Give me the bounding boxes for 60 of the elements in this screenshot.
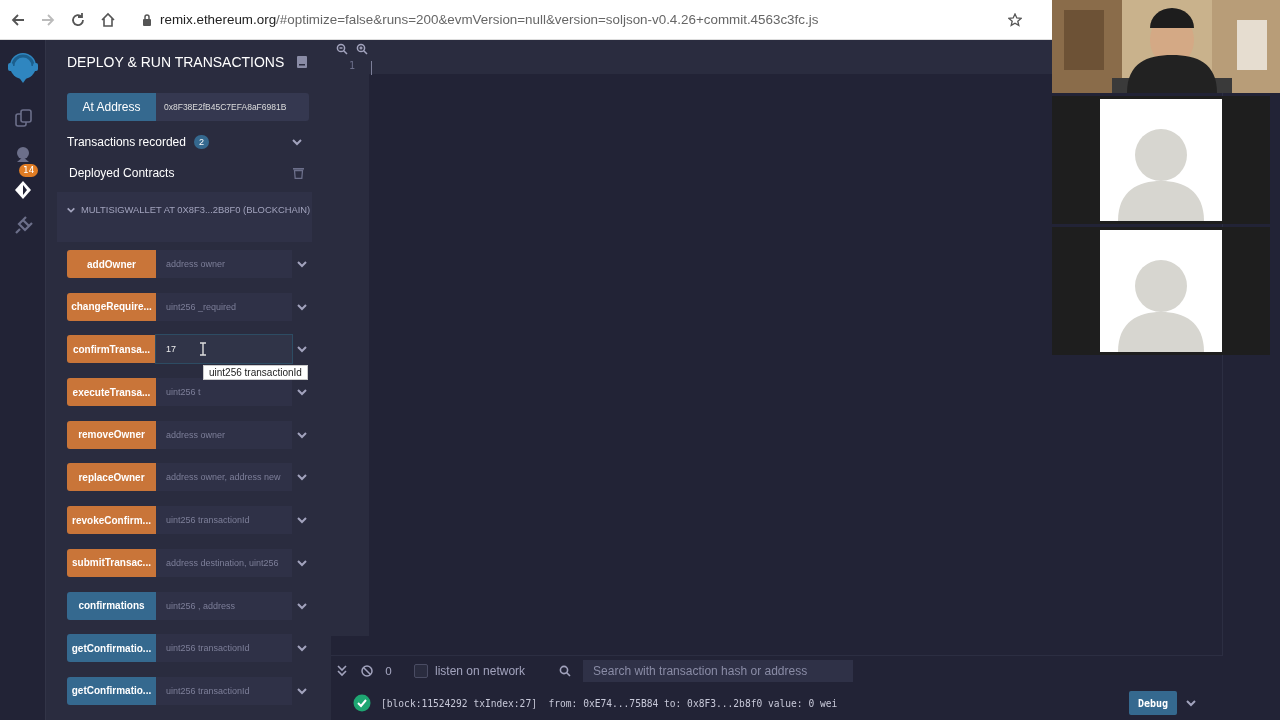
panel-title: DEPLOY & RUN TRANSACTIONS: [67, 54, 285, 70]
chevron-icon[interactable]: [1185, 697, 1197, 709]
avatar-icon: [1100, 230, 1222, 352]
argument-field[interactable]: uint256 transactionId: [156, 634, 292, 663]
pending-count: 0: [385, 664, 392, 678]
trash-icon[interactable]: [293, 167, 304, 179]
argument-field[interactable]: uint256 transactionId: [156, 676, 292, 705]
clear-icon[interactable]: [361, 665, 373, 677]
debug-button[interactable]: Debug: [1129, 691, 1177, 715]
log-text: [block:11524292 txIndex:27] from: 0xE74...75B84 to: 0x8F3...2b8f0 value: 0 wei: [381, 697, 838, 709]
line-number: 1: [348, 60, 355, 71]
checkbox[interactable]: [414, 664, 428, 678]
search-icon: [559, 665, 572, 677]
address-field[interactable]: 0x8F38E2fB45C7EFA8aF6981B: [156, 93, 309, 121]
count-badge: 14: [19, 164, 39, 177]
at-address-button[interactable]: At Address: [67, 93, 156, 121]
argument-field[interactable]: 17: [156, 335, 292, 364]
function-button[interactable]: revokeConfirm...: [67, 506, 156, 535]
checkbox-label: listen on network: [435, 664, 526, 678]
zoom-out-icon[interactable]: [336, 43, 348, 55]
avatar-icon: [1100, 99, 1222, 221]
function-button[interactable]: submitTransac...: [67, 548, 156, 577]
function-button[interactable]: replaceOwner: [67, 463, 156, 492]
argument-field[interactable]: uint256 , address: [156, 591, 292, 620]
argument-field[interactable]: uint256 transactionId: [156, 506, 292, 535]
function-button[interactable]: getConfirmatio...: [67, 634, 156, 663]
section-label: Transactions recorded: [67, 135, 186, 149]
count-badge: 2: [193, 135, 209, 149]
argument-field[interactable]: address owner: [156, 420, 292, 449]
contract-title: MULTISIGWALLET AT 0X8F3...2B8F0 (BLOCKCHAIN): [81, 204, 311, 215]
back-icon[interactable]: [10, 11, 26, 28]
function-button[interactable]: addOwner: [67, 250, 156, 278]
reload-icon[interactable]: [70, 11, 86, 28]
section-label: Deployed Contracts: [69, 166, 175, 180]
argument-field[interactable]: address destination, uint256: [156, 548, 292, 577]
chevron-icon[interactable]: [296, 258, 308, 270]
argument-field[interactable]: address owner, address new: [156, 463, 292, 492]
collapse-icon[interactable]: [337, 665, 347, 677]
chevron-icon[interactable]: [291, 136, 303, 148]
home-icon[interactable]: [100, 11, 116, 28]
docs-icon[interactable]: [296, 56, 308, 68]
function-button[interactable]: confirmations: [67, 591, 156, 620]
argument-field[interactable]: uint256 _required: [156, 292, 292, 321]
bookmark-star-icon[interactable]: [1008, 12, 1022, 27]
argument-field[interactable]: address owner: [156, 250, 292, 278]
tooltip: uint256 transactionId: [203, 365, 308, 381]
text-caret: [371, 61, 372, 75]
function-button[interactable]: confirmTransa...: [67, 335, 156, 364]
function-button[interactable]: executeTransa...: [67, 378, 156, 407]
function-button[interactable]: removeOwner: [67, 420, 156, 449]
zoom-in-icon[interactable]: [356, 43, 368, 55]
files-icon[interactable]: [12, 108, 33, 128]
function-button[interactable]: getConfirmatio...: [67, 676, 156, 705]
deploy-icon[interactable]: [12, 180, 33, 200]
function-button[interactable]: changeRequire...: [67, 292, 156, 321]
search-field[interactable]: Search with transaction hash or address: [583, 660, 854, 682]
lock-icon: [142, 13, 152, 26]
argument-field[interactable]: uint256 t: [156, 378, 292, 407]
text-cursor-icon: [199, 342, 207, 357]
url-text: remix.ethereum.org/#optimize=false&runs=200&evmVersion=null&version=soljson-v0.4.26+commit.4563c3fc.js: [160, 12, 820, 27]
